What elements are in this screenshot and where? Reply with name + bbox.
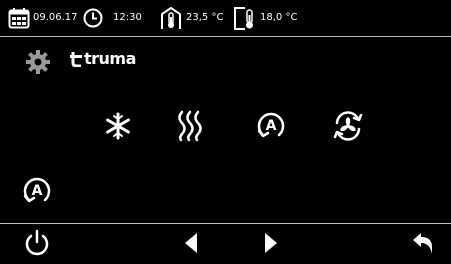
status-outside-temp: 18,0 °C bbox=[260, 12, 298, 23]
previous-button[interactable] bbox=[180, 230, 202, 256]
current-mode-indicator: A bbox=[21, 174, 53, 208]
brand-name: truma bbox=[84, 49, 136, 68]
bottom-nav bbox=[0, 224, 451, 264]
heating-waves-icon bbox=[178, 110, 202, 142]
status-inside-temp: 23,5 °C bbox=[186, 12, 224, 23]
back-return-icon bbox=[413, 233, 432, 254]
truma-control-screen: 09.06.17 12:30 23,5 °C 18,0 °C truma A A bbox=[0, 0, 451, 264]
auto-mode-icon: A bbox=[257, 112, 285, 138]
power-button[interactable] bbox=[22, 227, 52, 259]
auto-mode-icon: A bbox=[23, 177, 51, 203]
calendar-icon bbox=[8, 7, 30, 29]
ventilation-mode-button[interactable] bbox=[330, 109, 366, 143]
truma-logo-mark bbox=[70, 52, 82, 67]
auto-mode-button[interactable]: A bbox=[255, 109, 287, 143]
clock-icon bbox=[83, 8, 103, 28]
svg-text:A: A bbox=[266, 118, 277, 134]
status-time: 12:30 bbox=[113, 12, 142, 23]
truma-logo: truma bbox=[70, 51, 136, 67]
back-button[interactable] bbox=[409, 228, 437, 258]
cooling-snowflake-icon bbox=[106, 112, 130, 140]
ventilation-fan-icon bbox=[333, 111, 363, 141]
indoor-thermometer-icon bbox=[160, 6, 182, 30]
heating-mode-button[interactable] bbox=[173, 109, 207, 143]
outdoor-thermometer-icon bbox=[233, 6, 257, 30]
power-icon bbox=[25, 229, 49, 256]
cooling-mode-button[interactable] bbox=[103, 111, 133, 141]
next-button[interactable] bbox=[260, 230, 282, 256]
status-date: 09.06.17 bbox=[33, 12, 78, 23]
status-bar: 09.06.17 12:30 23,5 °C 18,0 °C bbox=[0, 0, 451, 37]
svg-text:A: A bbox=[32, 183, 43, 199]
arrow-left-icon bbox=[185, 233, 197, 253]
gear-icon[interactable] bbox=[24, 48, 52, 76]
arrow-right-icon bbox=[265, 233, 277, 253]
